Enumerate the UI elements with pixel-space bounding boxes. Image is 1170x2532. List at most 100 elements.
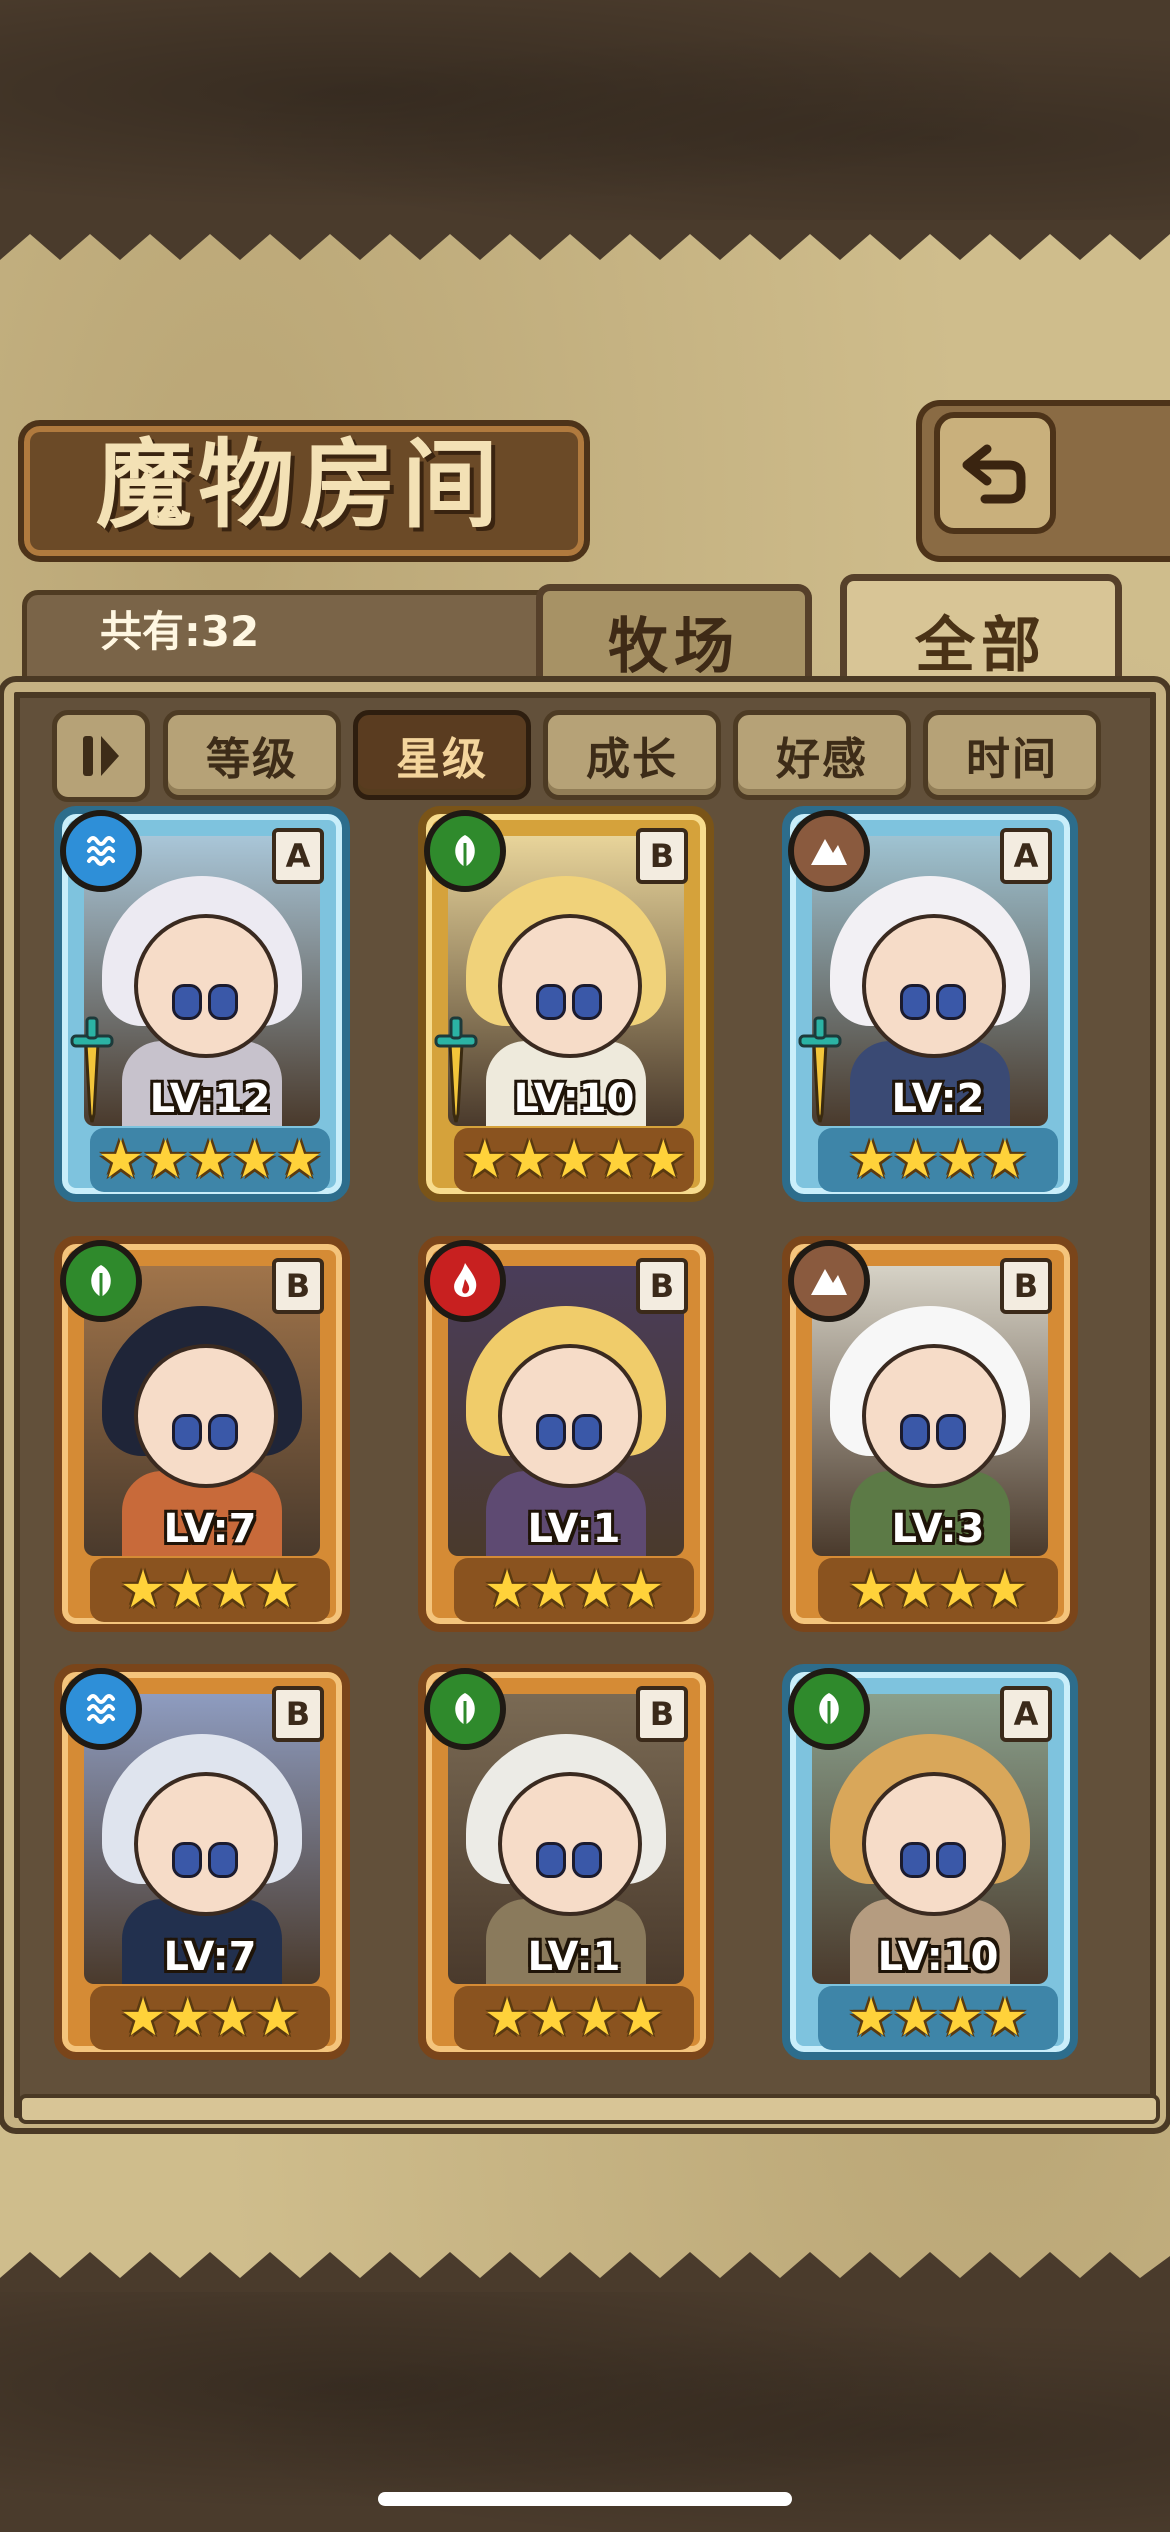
star-rating: ★ ★ ★ ★ xyxy=(818,1558,1058,1622)
sort-level-button[interactable]: 等级 xyxy=(163,710,341,800)
monster-level: LV:1 xyxy=(527,1934,621,1980)
monster-card[interactable]: LV:1 ★ ★ ★ ★ B xyxy=(418,1236,714,1632)
star-icon: ★ xyxy=(461,1130,509,1190)
star-rating: ★ ★ ★ ★ xyxy=(454,1558,694,1622)
monster-eye xyxy=(208,984,238,1020)
fire-element-icon xyxy=(424,1240,506,1322)
monster-eye xyxy=(900,1842,930,1878)
monster-face xyxy=(862,1772,1006,1916)
panel-bottom-rail xyxy=(18,2094,1160,2124)
star-icon: ★ xyxy=(97,1130,145,1190)
monster-card[interactable]: LV:10 ★ ★ ★ ★ ★ B xyxy=(418,806,714,1202)
sort-time-button[interactable]: 时间 xyxy=(923,710,1101,800)
sort-time-label: 时间 xyxy=(966,734,1058,785)
monster-eye xyxy=(536,1414,566,1450)
monster-eye xyxy=(936,984,966,1020)
monster-eye xyxy=(536,984,566,1020)
sort-growth-button[interactable]: 成长 xyxy=(543,710,721,800)
earth-element-icon xyxy=(788,810,870,892)
star-icon: ★ xyxy=(892,1560,939,1620)
water-element-icon xyxy=(60,810,142,892)
monster-card[interactable]: LV:10 ★ ★ ★ ★ A xyxy=(782,1664,1078,2060)
star-icon: ★ xyxy=(119,1988,167,2048)
water-element-icon xyxy=(60,1668,142,1750)
monster-face xyxy=(134,1344,278,1488)
monster-card[interactable]: LV:3 ★ ★ ★ ★ B xyxy=(782,1236,1078,1632)
star-icon: ★ xyxy=(119,1560,167,1620)
star-icon: ★ xyxy=(483,1988,531,2048)
rank-badge: A xyxy=(1000,828,1052,884)
star-icon: ★ xyxy=(847,1560,895,1620)
rank-badge: B xyxy=(272,1258,324,1314)
monster-face xyxy=(862,914,1006,1058)
star-icon: ★ xyxy=(483,1560,531,1620)
sort-growth-label: 成长 xyxy=(586,734,678,785)
rank-badge: A xyxy=(272,828,324,884)
star-rating: ★ ★ ★ ★ xyxy=(818,1128,1058,1192)
torn-edge-top xyxy=(0,220,1170,260)
monster-card[interactable]: LV:12 ★ ★ ★ ★ ★ A xyxy=(54,806,350,1202)
monster-level: LV:7 xyxy=(163,1934,257,1980)
star-icon: ★ xyxy=(209,1988,256,2048)
star-icon: ★ xyxy=(595,1130,642,1190)
sort-star-label: 星级 xyxy=(396,734,488,785)
monster-eye xyxy=(172,1414,202,1450)
filter-toggle-button[interactable] xyxy=(52,710,150,802)
tab-pasture[interactable]: 牧场 xyxy=(536,584,812,691)
monster-card[interactable]: LV:1 ★ ★ ★ ★ B xyxy=(418,1664,714,2060)
monster-eye xyxy=(900,984,930,1020)
star-icon: ★ xyxy=(275,1130,323,1190)
star-icon: ★ xyxy=(253,1988,301,2048)
star-rating: ★ ★ ★ ★ ★ xyxy=(454,1128,694,1192)
rank-badge: B xyxy=(272,1686,324,1742)
star-icon: ★ xyxy=(506,1130,553,1190)
monster-eye xyxy=(572,1414,602,1450)
home-indicator[interactable] xyxy=(378,2492,792,2506)
toggle-bars-icon xyxy=(83,736,119,776)
star-icon: ★ xyxy=(528,1988,575,2048)
monster-eye xyxy=(572,984,602,1020)
star-icon: ★ xyxy=(528,1560,575,1620)
monster-card[interactable]: LV:7 ★ ★ ★ ★ B xyxy=(54,1664,350,2060)
page-title: 魔物房间 xyxy=(96,428,504,541)
star-icon: ★ xyxy=(892,1130,939,1190)
star-rating: ★ ★ ★ ★ xyxy=(90,1558,330,1622)
star-icon: ★ xyxy=(937,1130,984,1190)
earth-element-icon xyxy=(788,1240,870,1322)
monster-eye xyxy=(936,1842,966,1878)
torn-edge-bottom xyxy=(0,2252,1170,2292)
rank-badge: B xyxy=(636,828,688,884)
grass-element-icon xyxy=(60,1240,142,1322)
star-rating: ★ ★ ★ ★ xyxy=(90,1986,330,2050)
star-icon: ★ xyxy=(981,1560,1029,1620)
monster-count: 共有:32 xyxy=(100,607,260,656)
monster-eye xyxy=(900,1414,930,1450)
monster-face xyxy=(498,1344,642,1488)
sort-affection-label: 好感 xyxy=(776,734,868,785)
star-icon: ★ xyxy=(550,1130,598,1190)
monster-card[interactable]: LV:7 ★ ★ ★ ★ B xyxy=(54,1236,350,1632)
star-icon: ★ xyxy=(164,1988,211,2048)
sort-star-button[interactable]: 星级 xyxy=(353,710,531,800)
tab-all-label: 全部 xyxy=(915,610,1047,681)
monster-eye xyxy=(208,1842,238,1878)
star-icon: ★ xyxy=(639,1130,687,1190)
sword-icon xyxy=(798,1016,842,1123)
star-rating: ★ ★ ★ ★ xyxy=(454,1986,694,2050)
return-arrow-icon xyxy=(962,444,1026,504)
grass-element-icon xyxy=(424,810,506,892)
monster-eye xyxy=(208,1414,238,1450)
tab-all[interactable]: 全部 xyxy=(840,574,1122,699)
star-icon: ★ xyxy=(231,1130,278,1190)
star-icon: ★ xyxy=(617,1988,665,2048)
star-icon: ★ xyxy=(981,1130,1029,1190)
star-icon: ★ xyxy=(164,1560,211,1620)
monster-card[interactable]: LV:2 ★ ★ ★ ★ A xyxy=(782,806,1078,1202)
sword-icon xyxy=(70,1016,114,1123)
monster-face xyxy=(134,1772,278,1916)
star-icon: ★ xyxy=(573,1988,620,2048)
monster-level: LV:10 xyxy=(877,1934,999,1980)
star-icon: ★ xyxy=(937,1988,984,2048)
back-button[interactable] xyxy=(934,412,1056,534)
sort-affection-button[interactable]: 好感 xyxy=(733,710,911,800)
